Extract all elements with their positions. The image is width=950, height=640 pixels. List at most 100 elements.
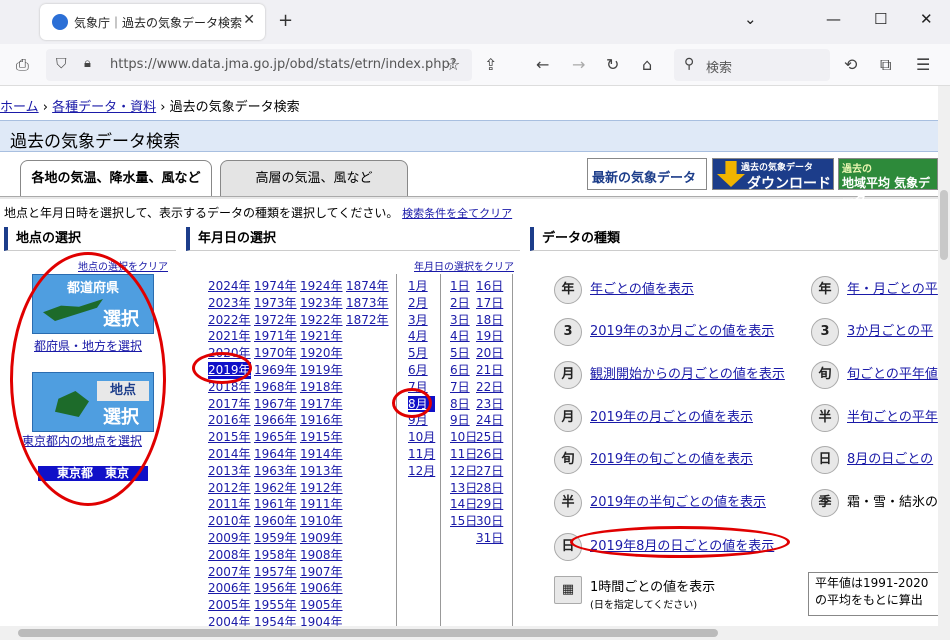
year-link[interactable]: 2011年 xyxy=(208,496,251,513)
day-link[interactable]: 16日 xyxy=(476,278,503,295)
year-link[interactable]: 2012年 xyxy=(208,480,251,497)
latest-data-banner[interactable]: 最新の気象データ xyxy=(587,158,707,190)
download-banner[interactable]: 過去の気象データ ダウンロード xyxy=(712,158,834,192)
forward-arrow-icon[interactable]: → xyxy=(572,55,585,74)
year-link[interactable]: 1912年 xyxy=(300,480,343,497)
month-link[interactable]: 4月 xyxy=(408,328,435,345)
year-link[interactable]: 2007年 xyxy=(208,564,251,581)
day-link[interactable]: 22日 xyxy=(476,379,503,396)
reload-icon[interactable]: ↻ xyxy=(606,55,619,74)
year-link[interactable]: 1905年 xyxy=(300,597,343,614)
year-link[interactable]: 1922年 xyxy=(300,312,343,329)
day-link[interactable]: 29日 xyxy=(476,496,503,513)
year-link[interactable]: 1973年 xyxy=(254,295,297,312)
url-text[interactable]: https://www.data.jma.go.jp/obd/stats/etr… xyxy=(110,57,457,72)
year-link[interactable]: 2008年 xyxy=(208,547,251,564)
year-link[interactable]: 1959年 xyxy=(254,530,297,547)
year-link[interactable]: 2017年 xyxy=(208,396,251,413)
year-link[interactable]: 1965年 xyxy=(254,429,297,446)
history-icon[interactable]: ⟲ xyxy=(844,55,857,74)
shield-icon[interactable]: ⛉ xyxy=(56,56,67,72)
pocket-icon[interactable]: ⇪ xyxy=(484,55,497,74)
year-link[interactable]: 1874年 xyxy=(346,278,389,295)
year-link[interactable]: 2009年 xyxy=(208,530,251,547)
home-icon[interactable]: ⌂ xyxy=(642,55,652,74)
month-link[interactable]: 10月 xyxy=(408,429,435,446)
year-link[interactable]: 1960年 xyxy=(254,513,297,530)
month-link[interactable]: 2月 xyxy=(408,295,435,312)
month-link[interactable]: 3月 xyxy=(408,312,435,329)
regional-average-banner[interactable]: 過去の 地域平均 気象データ xyxy=(838,158,938,207)
year-link[interactable]: 2023年 xyxy=(208,295,251,312)
day-link[interactable]: 23日 xyxy=(476,396,503,413)
year-link[interactable]: 2022年 xyxy=(208,312,251,329)
year-link[interactable]: 1923年 xyxy=(300,295,343,312)
year-link[interactable]: 1961年 xyxy=(254,496,297,513)
year-link[interactable]: 1966年 xyxy=(254,412,297,429)
day-link[interactable]: 7日 xyxy=(450,379,477,396)
breadcrumb-data[interactable]: 各種データ・資料 xyxy=(52,100,156,115)
datatype-link[interactable]: 2019年の旬ごとの値を表示 xyxy=(590,448,753,467)
year-link[interactable]: 1957年 xyxy=(254,564,297,581)
year-link[interactable]: 1958年 xyxy=(254,547,297,564)
datatype-link[interactable]: 旬ごとの平年値 xyxy=(847,363,938,382)
search-box[interactable]: ⚲ 検索 xyxy=(674,49,830,81)
day-link[interactable]: 27日 xyxy=(476,463,503,480)
year-link[interactable]: 1971年 xyxy=(254,328,297,345)
year-link[interactable]: 1921年 xyxy=(300,328,343,345)
year-link[interactable]: 1873年 xyxy=(346,295,389,312)
clear-all-link[interactable]: 検索条件を全てクリア xyxy=(402,207,512,220)
year-link[interactable]: 1909年 xyxy=(300,530,343,547)
datatype-link[interactable]: 3か月ごとの平 xyxy=(847,320,933,339)
year-link[interactable]: 2005年 xyxy=(208,597,251,614)
year-link[interactable]: 1919年 xyxy=(300,362,343,379)
year-link[interactable]: 1908年 xyxy=(300,547,343,564)
bookmark-star-icon[interactable]: ☆ xyxy=(446,55,460,74)
day-link[interactable]: 28日 xyxy=(476,480,503,497)
datatype-link[interactable]: 年・月ごとの平 xyxy=(847,278,938,297)
year-link[interactable]: 1955年 xyxy=(254,597,297,614)
day-link[interactable]: 3日 xyxy=(450,312,477,329)
day-link[interactable]: 9日 xyxy=(450,412,477,429)
back-arrow-icon[interactable]: ← xyxy=(536,55,549,74)
clear-date-link[interactable]: 年月日の選択をクリア xyxy=(414,258,514,273)
year-link[interactable]: 1968年 xyxy=(254,379,297,396)
horizontal-scrollbar-thumb[interactable] xyxy=(18,629,718,637)
maximize-icon[interactable]: ☐ xyxy=(874,10,887,28)
day-link[interactable]: 10日 xyxy=(450,429,477,446)
year-link[interactable]: 1906年 xyxy=(300,580,343,597)
minimize-icon[interactable]: — xyxy=(826,10,841,28)
datatype-link[interactable]: 観測開始からの月ごとの値を表示 xyxy=(590,363,785,382)
year-link[interactable]: 1917年 xyxy=(300,396,343,413)
year-link[interactable]: 1972年 xyxy=(254,312,297,329)
day-link[interactable]: 4日 xyxy=(450,328,477,345)
year-link[interactable]: 1956年 xyxy=(254,580,297,597)
vertical-scrollbar[interactable] xyxy=(938,86,950,640)
year-link[interactable]: 1969年 xyxy=(254,362,297,379)
year-link[interactable]: 1916年 xyxy=(300,412,343,429)
day-link[interactable]: 17日 xyxy=(476,295,503,312)
close-tab-icon[interactable]: ✕ xyxy=(243,12,255,28)
day-link[interactable]: 20日 xyxy=(476,345,503,362)
year-link[interactable]: 1915年 xyxy=(300,429,343,446)
day-link[interactable]: 12日 xyxy=(450,463,477,480)
datatype-link[interactable]: 年ごとの値を表示 xyxy=(590,278,694,297)
day-link[interactable]: 5日 xyxy=(450,345,477,362)
year-link[interactable]: 1872年 xyxy=(346,312,389,329)
year-link[interactable]: 2006年 xyxy=(208,580,251,597)
year-link[interactable]: 1907年 xyxy=(300,564,343,581)
day-link[interactable]: 31日 xyxy=(476,530,503,547)
year-link[interactable]: 1967年 xyxy=(254,396,297,413)
year-link[interactable]: 2024年 xyxy=(208,278,251,295)
month-link[interactable]: 11月 xyxy=(408,446,435,463)
month-link[interactable]: 1月 xyxy=(408,278,435,295)
datatype-link[interactable]: 2019年の半旬ごとの値を表示 xyxy=(590,491,766,510)
year-link[interactable]: 1910年 xyxy=(300,513,343,530)
month-link[interactable]: 6月 xyxy=(408,362,435,379)
datatype-link[interactable]: 2019年の月ごとの値を表示 xyxy=(590,406,753,425)
menu-icon[interactable]: ☰ xyxy=(916,55,930,74)
year-link[interactable]: 1913年 xyxy=(300,463,343,480)
day-link[interactable]: 1日 xyxy=(450,278,477,295)
year-link[interactable]: 1963年 xyxy=(254,463,297,480)
day-link[interactable]: 24日 xyxy=(476,412,503,429)
